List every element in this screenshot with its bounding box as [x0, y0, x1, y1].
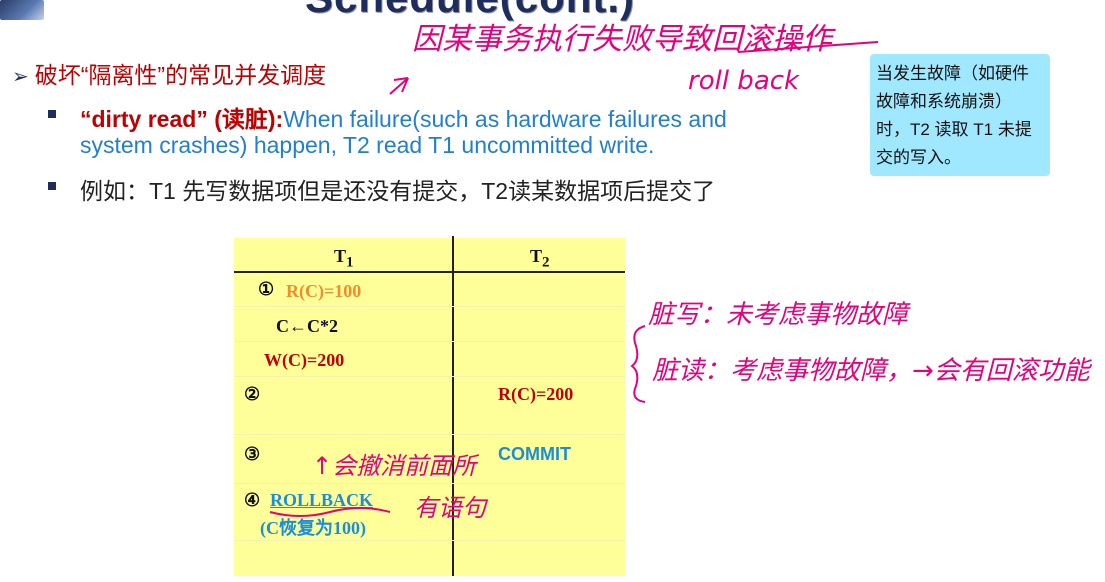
brace-stroke: [630, 325, 646, 403]
arrow-stroke: [389, 77, 409, 95]
underline-stroke: [737, 41, 879, 53]
wavy-underline-stroke: [269, 507, 391, 517]
ink-strokes: [269, 41, 879, 517]
